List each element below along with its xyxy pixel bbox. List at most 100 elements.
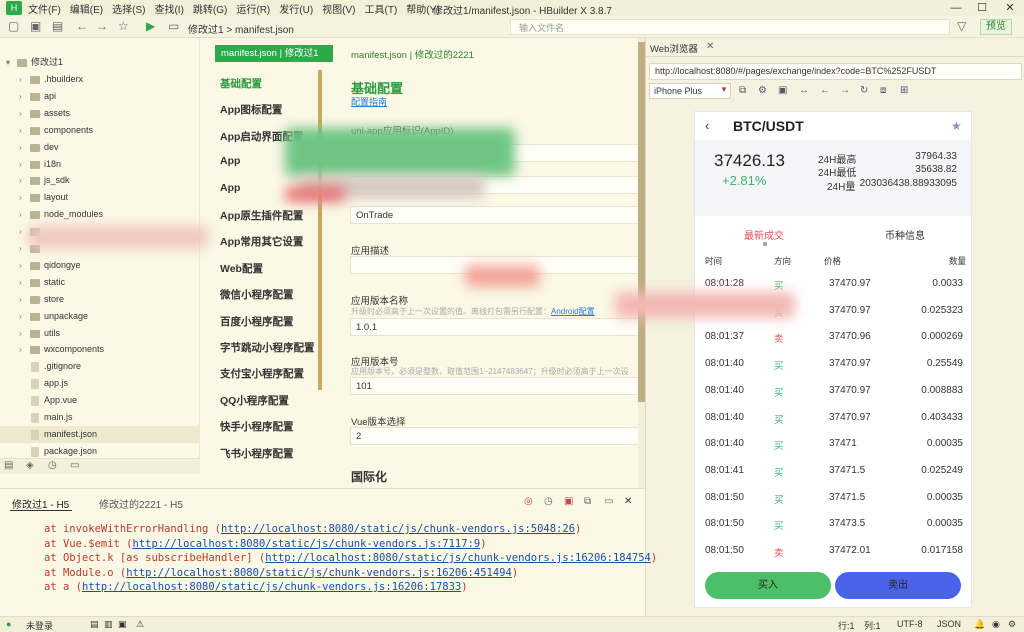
back-icon[interactable]: ‹ [705, 118, 709, 133]
login-status[interactable]: 未登录 [26, 619, 53, 632]
tree-item[interactable]: › static [0, 274, 200, 291]
menu-find[interactable]: 查找(I) [154, 1, 183, 16]
preview-button[interactable]: 预览 [980, 19, 1012, 35]
tree-item[interactable]: app.js [0, 375, 200, 392]
chevron-right-icon[interactable]: › [19, 257, 22, 274]
browser-icon[interactable]: ▭ [168, 19, 179, 33]
alert-icon[interactable]: ⚠ [136, 619, 144, 630]
tree-item[interactable]: App.vue [0, 392, 200, 409]
open-folder-icon[interactable]: ▤ [52, 19, 63, 33]
file-search-input[interactable]: 输入文件名 [510, 19, 950, 35]
new-file-icon[interactable]: ▢ [8, 19, 19, 33]
nav-item[interactable]: Web配置 [220, 261, 263, 276]
breadcrumb[interactable]: 修改过1 > manifest.json [188, 21, 294, 36]
nav-back-icon[interactable]: ← [820, 85, 830, 96]
tab-latest-trades[interactable]: 最新成交 [744, 227, 784, 242]
menu-run[interactable]: 运行(R) [236, 1, 270, 16]
menu-file[interactable]: 文件(F) [28, 1, 61, 16]
devtools-icon[interactable]: ⧈ [880, 85, 886, 96]
chevron-right-icon[interactable]: › [19, 189, 22, 206]
stop-icon[interactable]: ◎ [524, 496, 533, 507]
tab-web-browser[interactable]: Web浏览器 [650, 41, 698, 55]
menu-tools[interactable]: 工具(T) [365, 1, 398, 16]
close-icon[interactable]: ✕ [998, 0, 1022, 16]
nav-item[interactable]: App常用其它设置 [220, 234, 303, 249]
chevron-right-icon[interactable]: › [19, 223, 22, 240]
tree-item[interactable]: › utils [0, 325, 200, 342]
nav-item[interactable]: QQ小程序配置 [220, 393, 289, 408]
plugin-icon[interactable]: ◈ [26, 460, 34, 471]
chevron-right-icon[interactable]: › [19, 139, 22, 156]
chevron-right-icon[interactable]: › [19, 308, 22, 325]
cursor-line[interactable]: 行:1 [838, 619, 855, 632]
nav-item[interactable]: 微信小程序配置 [220, 287, 294, 302]
tree-item[interactable]: › assets [0, 105, 200, 122]
log-link[interactable]: http://localhost:8080/static/js/chunk-ve… [126, 567, 512, 579]
back-icon[interactable]: ← [76, 19, 88, 33]
tree-item[interactable]: manifest.json [0, 425, 200, 443]
android-config-link[interactable]: Android配置 [551, 307, 595, 316]
nav-item[interactable]: 字节跳动小程序配置 [220, 340, 315, 355]
close-tab-icon[interactable]: ✕ [706, 41, 714, 52]
menu-edit[interactable]: 编辑(E) [70, 1, 103, 16]
nav-item[interactable]: App [220, 155, 240, 167]
tab-manifest-1[interactable]: manifest.json | 修改过1 [215, 45, 333, 62]
chevron-right-icon[interactable]: › [19, 156, 22, 173]
favorite-star-icon[interactable]: ★ [951, 119, 962, 133]
nav-scrollbar[interactable] [318, 70, 322, 390]
nav-item[interactable]: 百度小程序配置 [220, 314, 294, 329]
minimize-icon[interactable]: — [944, 0, 968, 16]
terminal-icon[interactable]: ▭ [70, 460, 79, 471]
sell-button[interactable]: 卖出 [835, 572, 961, 599]
tree-item[interactable]: › components [0, 122, 200, 139]
tree-item[interactable]: › node_modules [0, 206, 200, 223]
screenshot-icon[interactable]: ⧉ [739, 85, 746, 96]
chevron-right-icon[interactable]: › [19, 88, 22, 105]
tree-item[interactable]: main.js [0, 409, 200, 426]
config-guide-link[interactable]: 配置指南 [351, 95, 387, 108]
chevron-right-icon[interactable]: › [19, 172, 22, 189]
console-tab-h5-1[interactable]: 修改过1 - H5 [12, 496, 69, 511]
encoding[interactable]: UTF-8 [897, 619, 923, 629]
chevron-down-icon[interactable]: ▾ [6, 54, 10, 71]
clock-icon[interactable]: ◷ [544, 496, 553, 507]
chevron-right-icon[interactable]: › [19, 206, 22, 223]
tree-item[interactable]: › js_sdk [0, 172, 200, 189]
filter-icon[interactable]: ▽ [957, 19, 966, 33]
cursor-column[interactable]: 列:1 [864, 619, 881, 632]
chevron-right-icon[interactable]: › [19, 105, 22, 122]
star-icon[interactable]: ☆ [118, 19, 129, 33]
user-avatar-icon[interactable]: ◉ [992, 619, 1000, 630]
log-link[interactable]: http://localhost:8080/static/js/chunk-ve… [82, 581, 461, 593]
rotate-icon[interactable]: ↔ [799, 85, 809, 96]
nav-item[interactable]: 基础配置 [220, 76, 262, 91]
tree-item[interactable]: › unpackage [0, 308, 200, 325]
menu-view[interactable]: 视图(V) [322, 1, 355, 16]
run-icon[interactable]: ▶ [146, 19, 155, 33]
chevron-right-icon[interactable]: › [19, 325, 22, 342]
tab-manifest-2221[interactable]: manifest.json | 修改过的2221 [351, 47, 474, 61]
log-link[interactable]: http://localhost:8080/static/js/chunk-ve… [133, 538, 481, 550]
layout-icon[interactable]: ▥ [104, 619, 113, 630]
menu-goto[interactable]: 跳转(G) [193, 1, 227, 16]
field-input[interactable]: 101 [350, 377, 640, 395]
tree-item[interactable]: .gitignore [0, 358, 200, 375]
device-select[interactable]: iPhone Plus [649, 83, 731, 99]
tree-item[interactable]: › i18n [0, 156, 200, 173]
history-icon[interactable]: ◷ [48, 460, 57, 471]
save-icon[interactable]: ▣ [30, 19, 41, 33]
qrcode-icon[interactable]: ⊞ [900, 85, 908, 96]
field-input[interactable]: 1.0.1 [350, 318, 640, 336]
clear-icon[interactable]: ▣ [564, 496, 573, 507]
language-mode[interactable]: JSON [937, 619, 961, 629]
chevron-down-icon[interactable]: ▼ [720, 85, 728, 94]
copy-icon[interactable]: ⧉ [584, 496, 591, 507]
notification-icon[interactable]: 🔔 [974, 619, 985, 630]
nav-item[interactable]: 支付宝小程序配置 [220, 366, 304, 381]
image-icon[interactable]: ▣ [118, 619, 127, 630]
chevron-right-icon[interactable]: › [19, 291, 22, 308]
chevron-right-icon[interactable]: › [19, 274, 22, 291]
settings-icon[interactable]: ⚙ [758, 85, 767, 96]
nav-item[interactable]: App图标配置 [220, 102, 282, 117]
panel-icon[interactable]: ▤ [90, 619, 99, 630]
